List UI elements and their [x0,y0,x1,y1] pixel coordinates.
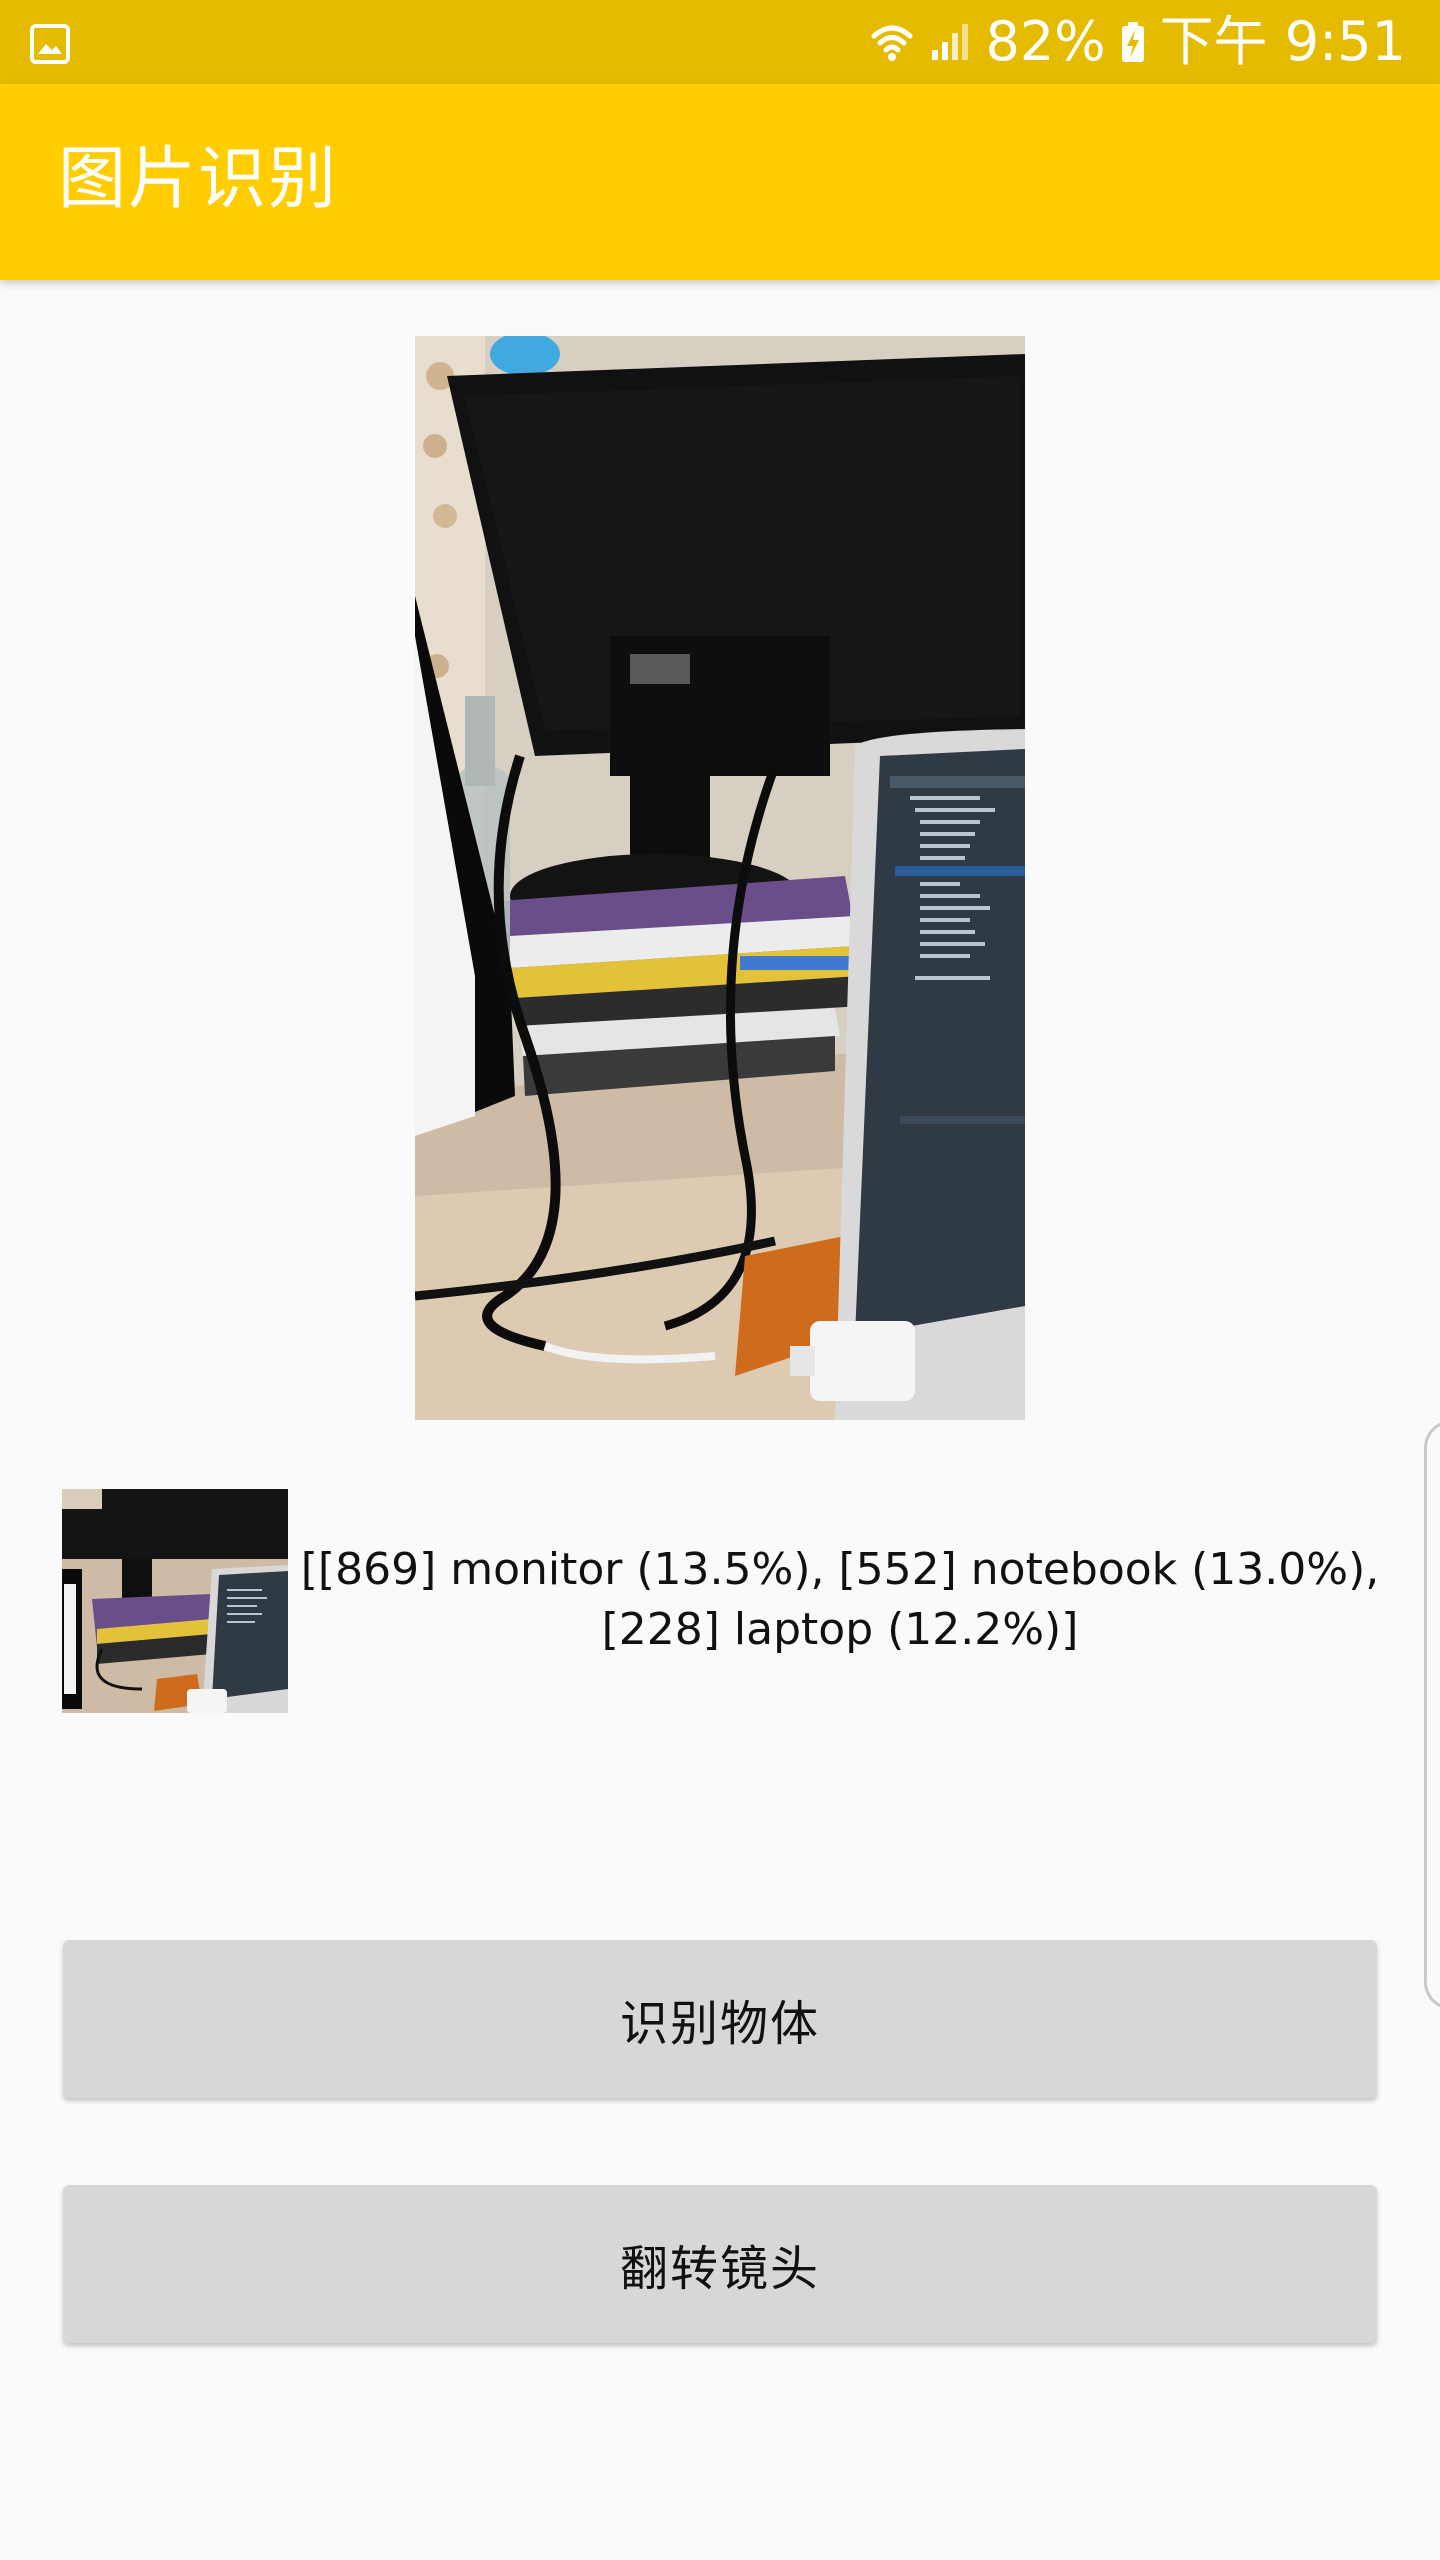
gallery-icon [30,24,70,64]
app-bar: 图片识别 [0,84,1440,280]
wifi-icon [870,20,914,64]
signal-icon [928,20,972,64]
clock-text: 下午 9:51 [1159,10,1406,73]
battery-text: 82% [985,10,1106,73]
flip-camera-button-label: 翻转镜头 [619,2241,820,2297]
main-photo [415,336,1025,1420]
app-title: 图片识别 [58,140,339,219]
battery-charging-icon [1120,20,1146,64]
recognition-result-text: [[869] monitor (13.5%), [552] notebook (… [300,1544,1380,1655]
status-bar: 82% 下午 9:51 [0,0,1440,84]
status-right-group: 82% 下午 9:51 [870,0,1406,84]
detect-objects-button[interactable]: 识别物体 [63,1940,1377,2098]
detect-objects-button-label: 识别物体 [619,1996,820,2052]
flip-camera-button[interactable]: 翻转镜头 [63,2185,1377,2343]
edge-panel-handle[interactable] [1424,1420,1440,2010]
thumbnail-image [62,1489,288,1713]
